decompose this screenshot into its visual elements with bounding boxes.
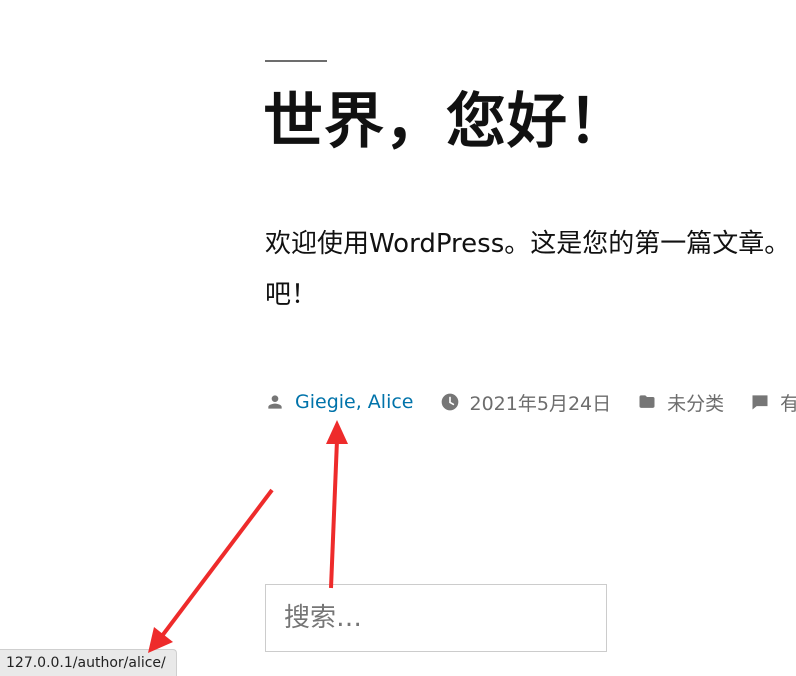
folder-icon bbox=[639, 395, 655, 408]
person-icon bbox=[268, 395, 282, 409]
red-arrow-to-author bbox=[326, 420, 348, 589]
excerpt-line-2: 吧！ bbox=[265, 280, 318, 310]
search-form bbox=[265, 584, 607, 652]
category-link[interactable]: 未分类 bbox=[667, 389, 724, 416]
post-author: Giegie, Alice bbox=[265, 391, 414, 413]
post-excerpt: 欢迎使用WordPress。这是您的第一篇文章。 吧！ bbox=[265, 219, 796, 321]
date-link[interactable]: 2021年5月24日 bbox=[470, 389, 612, 416]
post-comments: 有 bbox=[750, 389, 796, 416]
comment-icon bbox=[752, 395, 768, 410]
search-input[interactable] bbox=[266, 585, 606, 651]
post-title[interactable]: 世界，您好！ bbox=[263, 88, 629, 157]
comments-link[interactable]: 有 bbox=[780, 389, 796, 416]
excerpt-line-1: 欢迎使用WordPress。这是您的第一篇文章。 bbox=[265, 229, 791, 259]
clock-icon bbox=[441, 393, 458, 411]
title-divider bbox=[265, 60, 327, 62]
post-category: 未分类 bbox=[637, 389, 724, 416]
red-arrow-to-status-bar bbox=[148, 488, 274, 653]
author-link[interactable]: Giegie, Alice bbox=[295, 391, 414, 413]
post-date: 2021年5月24日 bbox=[440, 389, 612, 416]
status-bar-url: 127.0.0.1/author/alice/ bbox=[0, 649, 177, 676]
post-meta: Giegie, Alice 2021年5月24日 未分类 有 bbox=[265, 386, 796, 418]
